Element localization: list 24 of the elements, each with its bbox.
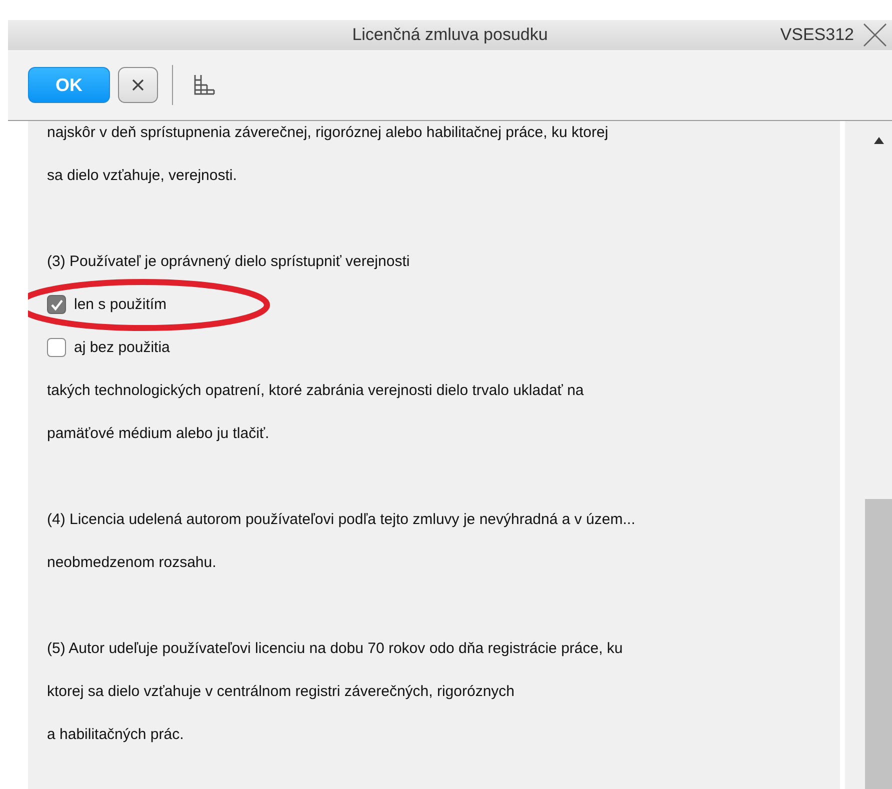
text-line: pamäťové médium alebo ju tlačiť. — [47, 424, 270, 444]
cancel-button[interactable] — [118, 67, 158, 103]
close-icon — [130, 77, 146, 93]
checkbox[interactable] — [47, 295, 66, 314]
text-line: ktorej sa dielo vzťahuje v centrálnom registri záverečných, rigoróznych — [47, 682, 516, 702]
table-icon[interactable] — [193, 74, 215, 96]
scroll-thumb[interactable] — [865, 499, 892, 789]
close-icon[interactable] — [862, 22, 888, 48]
text-line: (3) Používateľ je oprávnený dielo sprístupniť verejnosti — [47, 252, 411, 272]
up-arrow-icon[interactable] — [874, 137, 884, 144]
text-line: najskôr v deň sprístupnenia záverečnej, rigoróznej alebo habilitačnej práce, ku ktorej — [47, 123, 610, 143]
text-line: (4) Licencia udelená autorom používateľovi podľa tejto zmluvy je nevýhradná a v územ... — [47, 510, 636, 530]
window-code: VSES312 — [780, 25, 854, 45]
text-line: takých technologických opatrení, ktoré zabránia verejnosti dielo trvalo ukladať na — [47, 381, 585, 401]
text-line: neobmedzenom rozsahu. — [47, 553, 218, 573]
checkbox[interactable] — [47, 338, 66, 357]
window-title: Licenčná zmluva posudku — [352, 25, 548, 45]
text-line: a habilitačných prác. — [47, 725, 185, 745]
text-line: sa dielo vzťahuje, verejnosti. — [47, 166, 238, 186]
checkbox-label: len s použitím — [74, 296, 167, 313]
ok-button[interactable]: OK — [28, 67, 110, 103]
checkbox-label: aj bez použitia — [74, 339, 170, 356]
text-line: (5) Autor udeľuje používateľovi licenciu na dobu 70 rokov odo dňa registrácie práce, ku — [47, 639, 624, 659]
scrollbar[interactable] — [845, 121, 892, 789]
